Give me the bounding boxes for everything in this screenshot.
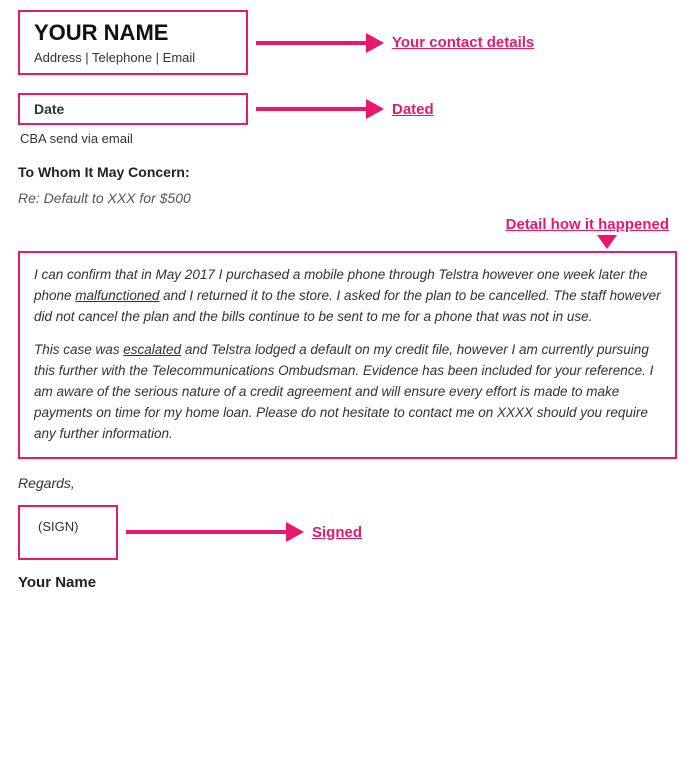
signed-label-container: Signed	[312, 524, 362, 541]
name-box: YOUR NAME Address | Telephone | Email	[18, 10, 248, 75]
header-section: YOUR NAME Address | Telephone | Email Yo…	[18, 10, 677, 75]
dated-arrow-shaft	[256, 107, 366, 111]
detail-paragraph-1: I can confirm that in May 2017 I purchas…	[34, 265, 661, 328]
salutation: To Whom It May Concern:	[18, 164, 677, 180]
regards-text: Regards,	[18, 475, 677, 491]
signed-arrow-shaft	[126, 530, 286, 534]
dated-arrow-head	[366, 99, 384, 119]
page-wrapper: YOUR NAME Address | Telephone | Email Yo…	[18, 10, 677, 591]
signed-annotation-label: Signed	[312, 524, 362, 541]
detail-arrow-down	[597, 235, 617, 249]
sign-box: (SIGN)	[18, 505, 118, 560]
re-line: Re: Default to XXX for $500	[18, 190, 677, 206]
detail-annotation-label: Detail how it happened	[506, 216, 669, 233]
dated-arrow	[256, 107, 366, 111]
letter-body: To Whom It May Concern: Re: Default to X…	[18, 164, 677, 590]
detail-arrow-row	[18, 235, 677, 249]
escalated-word: escalated	[123, 342, 181, 357]
arrow-head-right	[366, 33, 384, 53]
contact-details-label: Your contact details	[392, 34, 534, 51]
detail-paragraph-2: This case was escalated and Telstra lodg…	[34, 340, 661, 445]
signed-arrow-head	[286, 522, 304, 542]
date-box: Date	[18, 93, 248, 125]
send-via-text: CBA send via email	[18, 131, 677, 146]
malfunctioned-word: malfunctioned	[75, 288, 159, 303]
dated-label-container: Dated	[392, 101, 434, 118]
detail-annotation-row: Detail how it happened	[18, 216, 677, 233]
contact-sub-text: Address | Telephone | Email	[34, 50, 232, 65]
sign-section: (SIGN) Signed	[18, 505, 677, 560]
contact-arrow	[256, 41, 366, 45]
your-name-heading: YOUR NAME	[34, 20, 232, 46]
arrow-shaft	[256, 41, 366, 45]
date-section: Date Dated	[18, 93, 677, 125]
detail-box: I can confirm that in May 2017 I purchas…	[18, 251, 677, 458]
signed-arrow	[126, 530, 286, 534]
your-name-footer: Your Name	[18, 574, 677, 591]
